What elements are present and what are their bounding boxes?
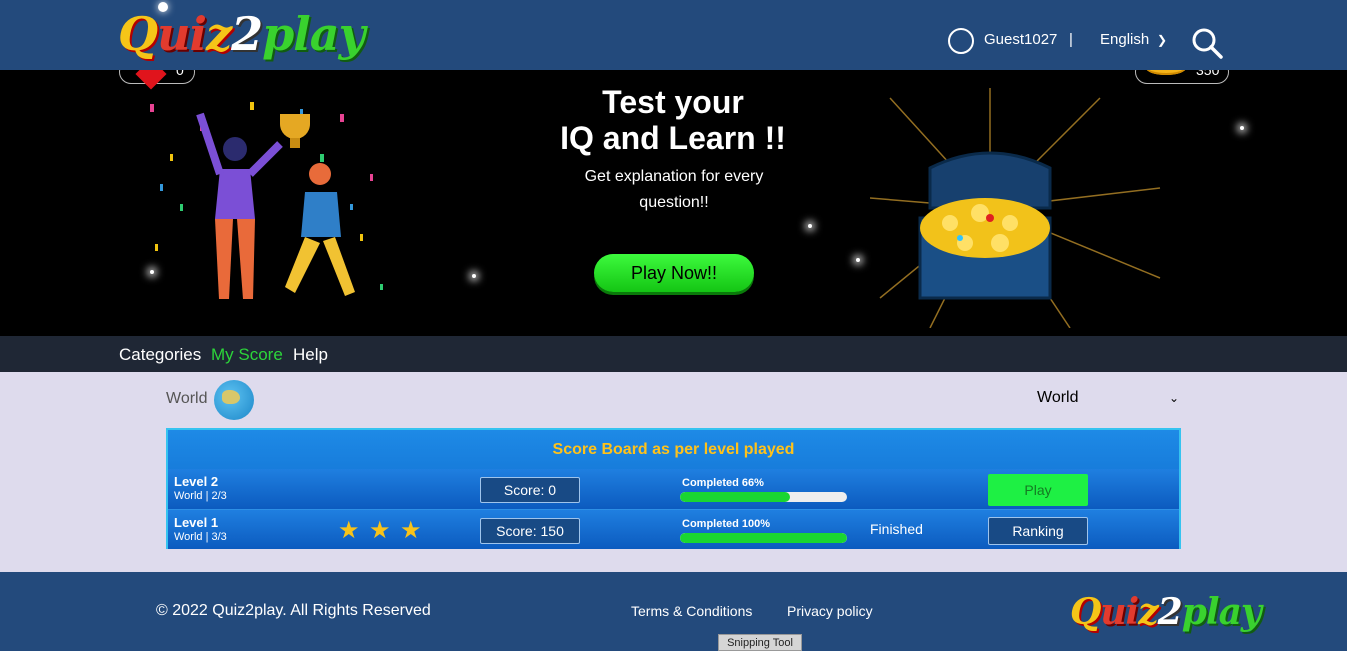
star-icon: ★ bbox=[338, 517, 360, 544]
completion-label: Completed 66% bbox=[682, 477, 764, 489]
copyright-text: © 2022 Quiz2play. All Rights Reserved bbox=[156, 602, 431, 619]
nav-item-help[interactable]: Help bbox=[293, 345, 328, 365]
play-level-button[interactable]: Play bbox=[988, 474, 1088, 506]
hero-banner: 0 350 Test your IQ and Learn !! Get expl… bbox=[0, 70, 1347, 336]
top-header: Quiz2play Guest1027 | English ❯ bbox=[0, 0, 1347, 70]
terms-link[interactable]: Terms & Conditions bbox=[631, 603, 752, 619]
score-badge: Score: 0 bbox=[480, 477, 580, 503]
celebration-illustration bbox=[150, 102, 383, 299]
sparkle-icon bbox=[856, 258, 860, 262]
sparkle-icon bbox=[150, 270, 154, 274]
banner-title-line: IQ and Learn !! bbox=[560, 120, 786, 156]
lightbulb-icon bbox=[158, 2, 168, 12]
page-footer: © 2022 Quiz2play. All Rights Reserved Te… bbox=[0, 572, 1347, 651]
language-selector[interactable]: English bbox=[1100, 31, 1149, 48]
logo-letter: 2 bbox=[231, 7, 263, 61]
star-icon: ★ bbox=[400, 517, 422, 544]
header-separator: | bbox=[1069, 31, 1073, 48]
nav-item-categories[interactable]: Categories bbox=[119, 345, 201, 365]
hearts-value: 0 bbox=[176, 70, 184, 78]
logo-letter: Q bbox=[118, 7, 158, 61]
region-select[interactable]: World ⌄ bbox=[1037, 389, 1181, 409]
footer-logo[interactable]: Quiz2play bbox=[1070, 590, 1262, 634]
section-nav: Categories My Score Help bbox=[0, 336, 1347, 372]
status-text: Finished bbox=[870, 521, 923, 537]
completion-progress-fill bbox=[680, 533, 847, 543]
completion-label: Completed 100% bbox=[682, 518, 771, 530]
coins-icon bbox=[1146, 70, 1186, 75]
level-progress-text: World | 3/3 bbox=[174, 531, 227, 543]
treasure-chest-illustration bbox=[870, 88, 1161, 328]
user-circle-icon[interactable] bbox=[948, 28, 974, 54]
snipping-tool-tab[interactable]: Snipping Tool bbox=[718, 634, 802, 651]
score-board: Score Board as per level played Level 2 … bbox=[166, 428, 1181, 549]
level-progress-text: World | 2/3 bbox=[174, 490, 227, 502]
logo-letter: z bbox=[1138, 591, 1158, 633]
logo-letter: play bbox=[262, 7, 365, 61]
nav-item-my-score[interactable]: My Score bbox=[211, 345, 283, 365]
banner-title: Test your IQ and Learn !! bbox=[523, 84, 823, 156]
coins-value: 350 bbox=[1196, 70, 1220, 78]
logo-letter: ui bbox=[157, 7, 207, 61]
table-row: Level 1 World | 3/3 ★ ★ ★ Score: 150 Com… bbox=[168, 509, 1179, 549]
globe-icon bbox=[214, 380, 254, 420]
chevron-down-icon: ⌄ bbox=[1168, 391, 1179, 405]
region-select-value: World bbox=[1037, 389, 1079, 406]
region-label: World bbox=[166, 390, 208, 407]
ranking-button[interactable]: Ranking bbox=[988, 517, 1088, 545]
logo-letter: 2 bbox=[1157, 591, 1183, 633]
coins-counter: 350 bbox=[1135, 70, 1229, 84]
level-name: Level 1 bbox=[174, 515, 219, 530]
banner-subtitle-line: question!! bbox=[639, 194, 709, 211]
chevron-down-icon[interactable]: ❯ bbox=[1157, 33, 1167, 47]
search-icon[interactable] bbox=[1190, 26, 1224, 60]
completion-progress-bar bbox=[680, 533, 847, 543]
banner-title-line: Test your bbox=[602, 84, 744, 120]
user-name[interactable]: Guest1027 bbox=[984, 31, 1057, 48]
logo-letter: Q bbox=[1070, 591, 1101, 633]
logo-letter: ui bbox=[1100, 591, 1139, 633]
star-icon: ★ bbox=[369, 517, 391, 544]
completion-progress-fill bbox=[680, 492, 791, 502]
completion-progress-bar bbox=[680, 492, 847, 502]
score-badge: Score: 150 bbox=[480, 518, 580, 544]
privacy-link[interactable]: Privacy policy bbox=[787, 603, 873, 619]
heart-icon bbox=[135, 70, 167, 90]
hearts-counter: 0 bbox=[119, 70, 195, 90]
play-now-button[interactable]: Play Now!! bbox=[594, 254, 754, 292]
logo-letter: play bbox=[1181, 591, 1262, 633]
sparkle-icon bbox=[1240, 126, 1244, 130]
sparkle-icon bbox=[808, 224, 812, 228]
sparkle-icon bbox=[472, 274, 476, 278]
quiz2play-logo[interactable]: Quiz2play bbox=[118, 2, 365, 64]
score-board-title: Score Board as per level played bbox=[552, 441, 795, 458]
banner-subtitle-line: Get explanation for every bbox=[584, 168, 764, 185]
table-row: Level 2 World | 2/3 Score: 0 Completed 6… bbox=[168, 469, 1179, 509]
banner-subtitle: Get explanation for every question!! bbox=[554, 164, 794, 216]
logo-letter: z bbox=[206, 7, 232, 61]
level-name: Level 2 bbox=[174, 474, 219, 489]
